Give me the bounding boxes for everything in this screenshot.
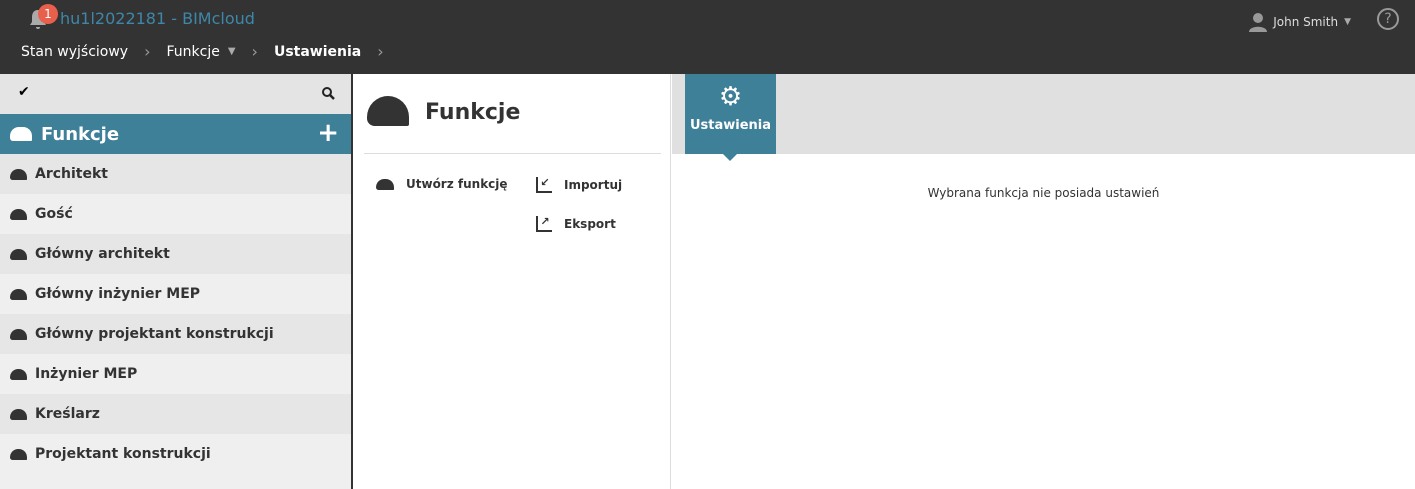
helmet-icon: [10, 248, 27, 260]
helmet-icon: [10, 288, 27, 300]
helmet-icon: [367, 96, 409, 126]
list-item-label: Architekt: [35, 166, 108, 182]
details-panel: Funkcje Utwórz funkcję ↙ Importuj ↗ Ekspor…: [355, 74, 671, 489]
chevron-down-icon: ▼: [1344, 17, 1351, 27]
import-label: Importuj: [564, 178, 623, 192]
export-icon: ↗: [536, 216, 552, 232]
list-item[interactable]: Kreślarz: [0, 394, 351, 434]
list-item[interactable]: Główny projektant konstrukcji: [0, 314, 351, 354]
help-button[interactable]: ?: [1377, 8, 1399, 30]
helmet-icon: [10, 408, 27, 420]
empty-message: Wybrana funkcja nie posiada ustawień: [927, 186, 1160, 200]
import-icon: ↙: [536, 177, 552, 193]
list-item-label: Główny projektant konstrukcji: [35, 326, 274, 342]
list-item[interactable]: Projektant konstrukcji: [0, 434, 351, 474]
sidebar-toolbar: ✔: [0, 74, 351, 114]
export-label: Eksport: [564, 217, 616, 231]
breadcrumb-item-current[interactable]: Ustawienia: [274, 44, 361, 60]
user-icon: [1249, 13, 1268, 32]
sidebar: ✔ Funkcje + Architekt Gość Główny archit…: [0, 74, 353, 489]
breadcrumb: Stan wyjściowy › Funkcje ▼ › Ustawienia ›: [21, 42, 400, 61]
import-button[interactable]: ↙ Importuj: [536, 177, 622, 193]
list-item[interactable]: Inżynier MEP: [0, 354, 351, 394]
list-item[interactable]: Główny architekt: [0, 234, 351, 274]
role-list: Architekt Gość Główny architekt Główny i…: [0, 154, 351, 474]
chevron-right-icon: ›: [144, 42, 151, 61]
panel-title: Funkcje: [425, 100, 521, 125]
divider: [364, 153, 661, 154]
list-item-label: Główny architekt: [35, 246, 170, 262]
helmet-icon: [10, 368, 27, 380]
sidebar-title: Funkcje: [41, 123, 120, 145]
user-name: John Smith: [1273, 15, 1339, 29]
notification-badge: 1: [38, 4, 58, 24]
tab-label: Ustawienia: [689, 118, 772, 133]
helmet-icon: [10, 328, 27, 340]
create-label: Utwórz funkcję: [406, 177, 508, 191]
list-item[interactable]: Gość: [0, 194, 351, 234]
export-button[interactable]: ↗ Eksport: [536, 216, 616, 232]
list-item-label: Gość: [35, 206, 73, 222]
tab-bar: ⚙ Ustawienia: [672, 74, 1415, 161]
list-item-label: Kreślarz: [35, 406, 100, 422]
tab-settings[interactable]: ⚙ Ustawienia: [685, 74, 776, 161]
check-icon[interactable]: ✔: [18, 84, 30, 100]
breadcrumb-item[interactable]: Funkcje: [167, 44, 220, 60]
chevron-right-icon: ›: [251, 42, 258, 61]
user-menu[interactable]: John Smith ▼: [1249, 12, 1351, 32]
list-item[interactable]: Główny inżynier MEP: [0, 274, 351, 314]
chevron-down-icon[interactable]: ▼: [228, 46, 236, 57]
helmet-icon: [376, 178, 394, 190]
list-item-label: Projektant konstrukcji: [35, 446, 211, 462]
create-role-button[interactable]: Utwórz funkcję: [376, 177, 508, 191]
chevron-right-icon: ›: [377, 42, 384, 61]
list-item-label: Inżynier MEP: [35, 366, 138, 382]
helmet-icon: [10, 168, 27, 180]
list-item[interactable]: Architekt: [0, 154, 351, 194]
add-button[interactable]: +: [317, 118, 339, 148]
search-icon[interactable]: [322, 87, 335, 100]
top-bar: 1 hu1l2022181 - BIMcloud John Smith ▼ ? …: [0, 0, 1415, 74]
helmet-icon: [10, 448, 27, 460]
helmet-icon: [10, 127, 32, 141]
settings-panel: ⚙ Ustawienia Wybrana funkcja nie posiada…: [672, 74, 1415, 489]
breadcrumb-item[interactable]: Stan wyjściowy: [21, 44, 128, 60]
helmet-icon: [10, 208, 27, 220]
gear-icon: ⚙: [718, 82, 743, 112]
sidebar-header: Funkcje +: [0, 114, 351, 154]
app-title[interactable]: hu1l2022181 - BIMcloud: [60, 9, 255, 28]
list-item-label: Główny inżynier MEP: [35, 286, 201, 302]
